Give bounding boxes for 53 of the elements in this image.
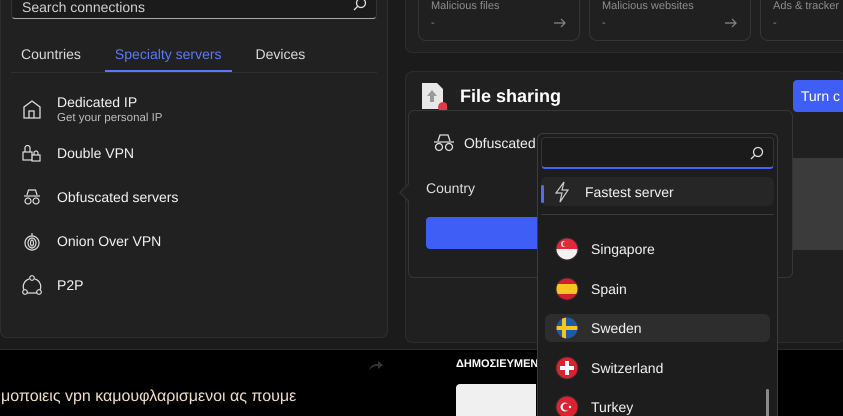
search-icon bbox=[353, 0, 367, 11]
item-title: Onion Over VPN bbox=[57, 233, 162, 249]
search-field[interactable]: Search connections bbox=[11, 0, 377, 19]
flag-icon bbox=[555, 395, 579, 416]
stat-value: - bbox=[431, 17, 435, 29]
flag-icon bbox=[555, 356, 579, 380]
country-option[interactable]: Switzerland bbox=[545, 354, 770, 382]
item-title: Obfuscated servers bbox=[57, 189, 178, 205]
item-title: Dedicated IP bbox=[57, 94, 138, 110]
server-category-item[interactable]: Obfuscated servers bbox=[11, 175, 377, 219]
post-text: μοποιεις vpn καμουφλαρισμενοι ας πουμε bbox=[1, 388, 296, 406]
country-option[interactable]: Sweden bbox=[545, 314, 770, 342]
stat-value: - bbox=[602, 17, 606, 29]
padlocks-icon bbox=[21, 142, 43, 164]
network-nodes-icon bbox=[21, 274, 43, 296]
server-category-item[interactable]: Double VPN bbox=[11, 131, 377, 175]
stat-title: Malicious files bbox=[431, 0, 500, 12]
country-option[interactable]: Singapore bbox=[545, 235, 770, 263]
search-icon bbox=[750, 146, 764, 160]
arrow-right-icon bbox=[554, 18, 567, 28]
flag-icon bbox=[555, 316, 579, 340]
country-label: Country bbox=[426, 180, 476, 196]
country-option[interactable]: Spain bbox=[545, 274, 770, 302]
popup-title: Obfuscated bbox=[464, 135, 536, 151]
tab[interactable]: Devices bbox=[246, 40, 316, 72]
spy-glasses-icon bbox=[432, 133, 456, 153]
stat-card[interactable]: Malicious websites - bbox=[589, 0, 751, 41]
server-category-item[interactable]: P2P bbox=[11, 263, 377, 307]
stat-card[interactable]: Ads & tracker - bbox=[760, 0, 843, 41]
item-subtitle: Get your personal IP bbox=[57, 112, 162, 124]
section-heading: ΔΗΜΟΣΙΕΥΜΕΝ bbox=[456, 358, 538, 370]
tab[interactable]: Specialty servers bbox=[104, 40, 232, 72]
fastest-server-option[interactable]: Fastest server bbox=[541, 177, 774, 206]
arrow-right-icon bbox=[725, 18, 738, 28]
house-icon bbox=[21, 98, 43, 120]
card-title: File sharing bbox=[460, 86, 562, 106]
lightning-icon bbox=[553, 180, 571, 203]
stat-title: Ads & tracker bbox=[773, 0, 840, 12]
tab[interactable]: Countries bbox=[11, 40, 91, 72]
item-title: Double VPN bbox=[57, 145, 134, 161]
flag-icon bbox=[555, 276, 579, 300]
flag-icon bbox=[555, 236, 579, 261]
server-category-item[interactable]: Dedicated IP Get your personal IP bbox=[11, 87, 377, 131]
share-arrow-icon bbox=[368, 360, 384, 372]
server-category-item[interactable]: Onion Over VPN bbox=[11, 219, 377, 263]
turn-on-button[interactable]: Turn c bbox=[792, 80, 843, 112]
file-upload-icon bbox=[421, 82, 447, 110]
stat-value: - bbox=[773, 17, 777, 29]
country-option[interactable]: Turkey bbox=[545, 393, 770, 416]
stat-card[interactable]: Malicious files - bbox=[418, 0, 580, 41]
item-title: P2P bbox=[57, 277, 84, 293]
stat-title: Malicious websites bbox=[602, 0, 695, 12]
search-field[interactable] bbox=[541, 137, 774, 169]
